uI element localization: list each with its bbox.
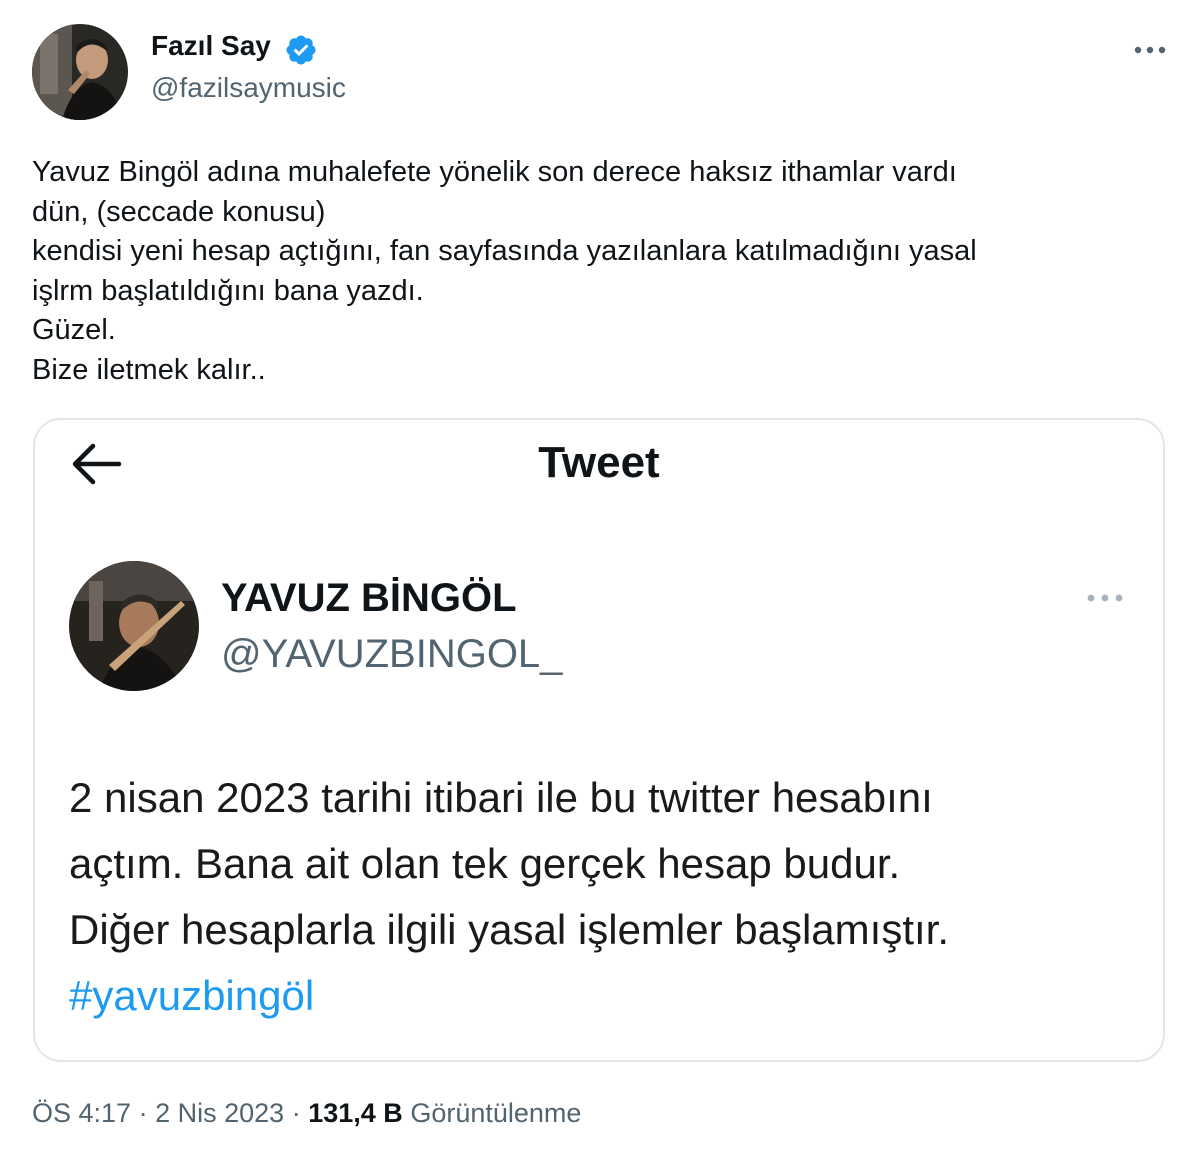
- embedded-hashtag: #yavuzbingöl: [69, 972, 315, 1019]
- tweet-text-line: dün, (seccade konusu): [32, 195, 326, 228]
- embedded-author-avatar: [69, 561, 199, 691]
- embedded-tweet-image[interactable]: Tweet YAVUZ BİNGÖL @YAVUZBINGOL_ 2 nisan…: [33, 418, 1165, 1062]
- more-dots-icon: [1134, 46, 1166, 54]
- embedded-body-line: Diğer hesaplarla ilgili yasal işlemler b…: [69, 906, 949, 953]
- tweet-text-line: kendisi yeni hesap açtığını, fan sayfası…: [32, 235, 977, 267]
- tweet-text-line: Güzel.: [32, 314, 116, 346]
- tweet-meta: ÖS 4:17 · 2 Nis 2023 · 131,4 B Görüntüle…: [32, 1098, 581, 1129]
- meta-separator: ·: [138, 1098, 148, 1128]
- views-count[interactable]: 131,4 B: [308, 1098, 403, 1128]
- tweet-text-line: işlrm başlatıldığını bana yazdı.: [32, 274, 424, 307]
- views-label[interactable]: Görüntülenme: [410, 1098, 581, 1128]
- more-options-button[interactable]: [1130, 30, 1170, 70]
- more-dots-icon: [1083, 588, 1127, 608]
- tweet-time[interactable]: ÖS 4:17: [32, 1098, 131, 1128]
- meta-separator: ·: [291, 1098, 301, 1128]
- embedded-author-handle: @YAVUZBINGOL_: [221, 632, 563, 676]
- tweet-date[interactable]: 2 Nis 2023: [155, 1098, 284, 1128]
- embedded-body-line: 2 nisan 2023 tarihi itibari ile bu twitt…: [69, 774, 933, 821]
- author-handle[interactable]: @fazilsaymusic: [151, 72, 346, 104]
- tweet-text-line: Bize iletmek kalır..: [32, 353, 266, 386]
- tweet-text: Yavuz Bingöl adına muhalefete yönelik so…: [32, 153, 1172, 390]
- author-display-name[interactable]: Fazıl Say: [151, 30, 271, 62]
- embedded-body-line: açtım. Bana ait olan tek gerçek hesap bu…: [69, 840, 901, 887]
- embedded-header-title: Tweet: [538, 438, 660, 487]
- embedded-tweet-body: 2 nisan 2023 tarihi itibari ile bu twitt…: [69, 765, 1139, 1029]
- verified-badge-icon: [284, 33, 318, 67]
- embedded-author-name: YAVUZ BİNGÖL: [221, 576, 517, 620]
- tweet-text-line: Yavuz Bingöl adına muhalefete yönelik so…: [32, 156, 957, 188]
- author-avatar[interactable]: [32, 24, 128, 120]
